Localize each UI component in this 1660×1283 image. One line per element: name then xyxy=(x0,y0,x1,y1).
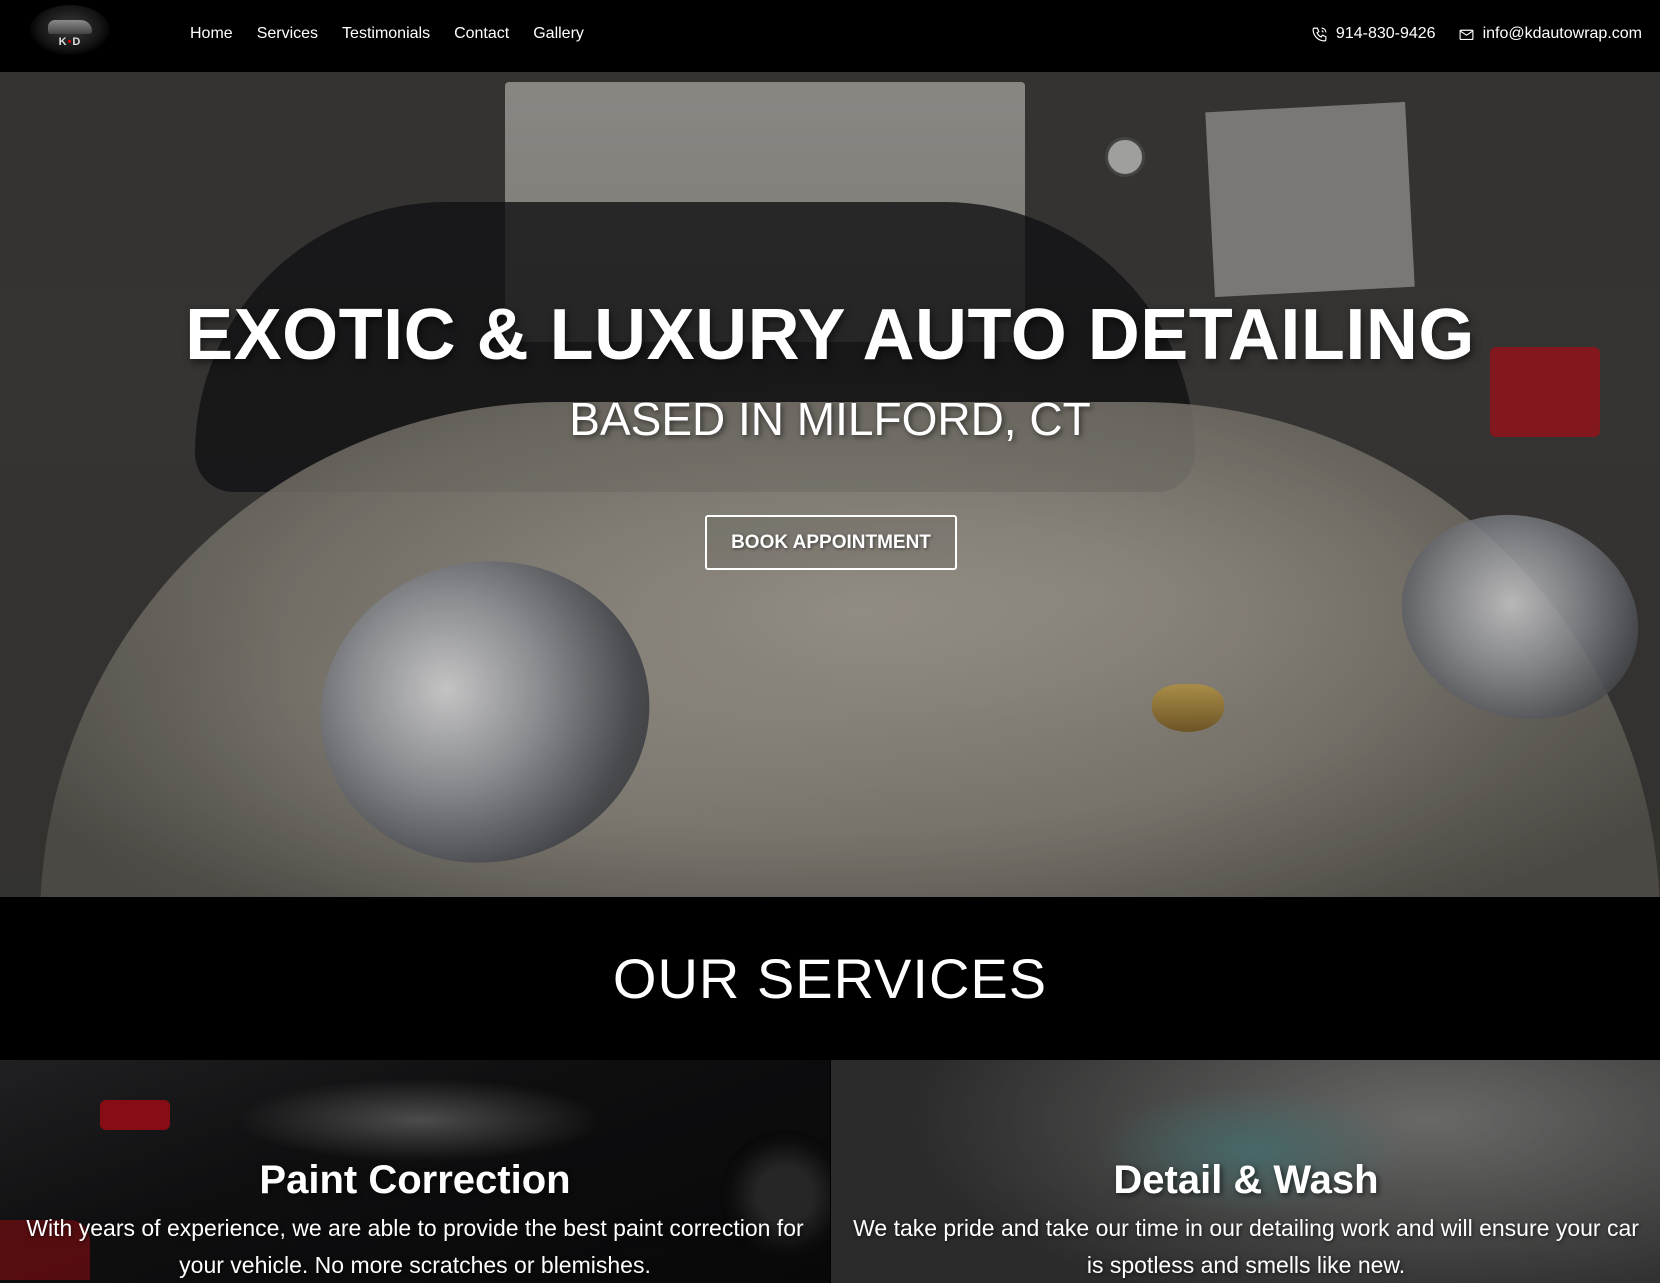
hero-overlay xyxy=(0,72,1660,897)
services-header: OUR SERVICES xyxy=(0,897,1660,1060)
nav-gallery[interactable]: Gallery xyxy=(533,25,584,43)
service-title: Detail & Wash xyxy=(1113,1158,1379,1202)
main-nav: Home Services Testimonials Contact Galle… xyxy=(190,0,584,68)
hero-section: EXOTIC & LUXURY AUTO DETAILING BASED IN … xyxy=(0,72,1660,897)
service-card-paint-correction[interactable]: Paint Correction With years of experienc… xyxy=(0,1060,830,1283)
service-description: With years of experience, we are able to… xyxy=(26,1215,804,1278)
service-description: We take pride and take our time in our d… xyxy=(853,1215,1639,1278)
logo-text: K•D xyxy=(58,36,82,48)
logo-car-icon xyxy=(48,20,92,34)
envelope-icon xyxy=(1459,29,1474,40)
phone-icon xyxy=(1312,27,1327,41)
service-card-detail-wash[interactable]: Detail & Wash We take pride and take our… xyxy=(831,1060,1660,1283)
nav-home[interactable]: Home xyxy=(190,25,233,43)
nav-contact[interactable]: Contact xyxy=(454,25,509,43)
hero-subtitle: BASED IN MILFORD, CT xyxy=(569,393,1091,445)
nav-testimonials[interactable]: Testimonials xyxy=(342,25,430,43)
site-logo[interactable]: K•D xyxy=(30,5,110,55)
services-title: OUR SERVICES xyxy=(612,947,1048,1010)
book-appointment-button[interactable]: BOOK APPOINTMENT xyxy=(705,515,957,570)
email-link[interactable]: info@kdautowrap.com xyxy=(1458,25,1642,43)
service-title: Paint Correction xyxy=(259,1158,571,1202)
hero-title: EXOTIC & LUXURY AUTO DETAILING xyxy=(185,295,1475,375)
email-address: info@kdautowrap.com xyxy=(1482,25,1642,42)
nav-services[interactable]: Services xyxy=(257,25,318,43)
phone-number: 914-830-9426 xyxy=(1335,25,1436,42)
header-contact: 914-830-9426 info@kdautowrap.com xyxy=(1311,0,1642,68)
site-header: K•D Home Services Testimonials Contact G… xyxy=(0,0,1660,72)
phone-link[interactable]: 914-830-9426 xyxy=(1311,25,1436,43)
